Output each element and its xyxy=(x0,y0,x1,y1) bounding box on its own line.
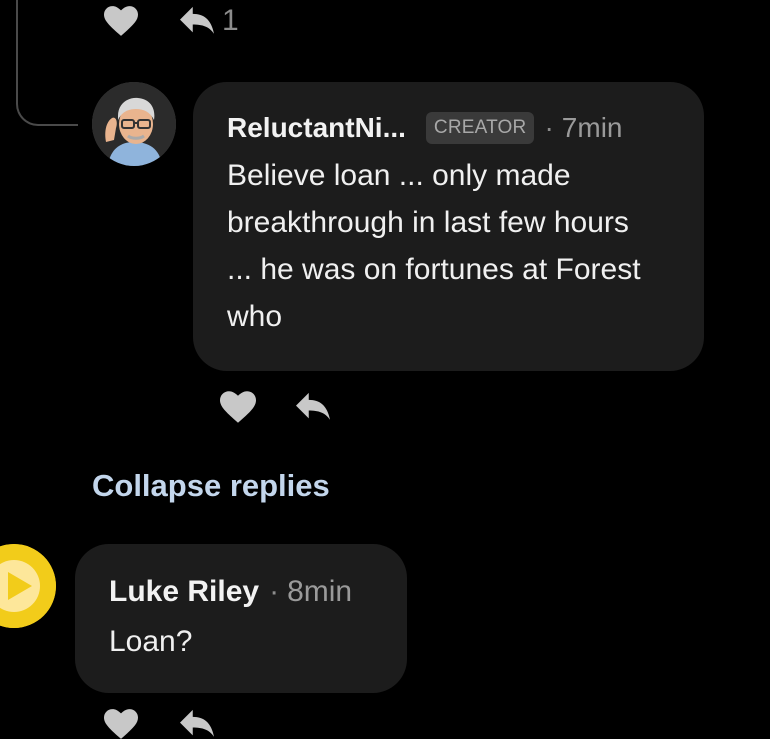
creator-comment-actions xyxy=(220,391,330,423)
comment-meta: Luke Riley · 8min xyxy=(109,570,373,614)
meta-separator: · xyxy=(269,575,280,608)
parent-comment-actions: 1 xyxy=(104,6,239,36)
heart-icon[interactable] xyxy=(104,6,138,36)
reply-arrow-icon[interactable] xyxy=(296,392,330,422)
comment-timestamp: 8min xyxy=(287,575,353,608)
luke-comment-bubble: Luke Riley · 8min Loan? xyxy=(75,544,407,693)
reply-count: 1 xyxy=(222,4,239,37)
comment-body: Believe loan ... only made breakthrough … xyxy=(227,159,641,333)
comment-meta: ReluctantNi... CREATOR · 7min xyxy=(227,106,670,150)
comment-author[interactable]: Luke Riley xyxy=(109,575,259,609)
meta-separator: · xyxy=(544,112,554,143)
avatar-luke-riley[interactable] xyxy=(0,544,56,628)
comment-body: Loan? xyxy=(109,625,193,658)
collapse-replies-link[interactable]: Collapse replies xyxy=(92,468,330,504)
thread-connector-line xyxy=(16,0,78,126)
heart-icon[interactable] xyxy=(220,391,256,423)
creator-comment-bubble: ReluctantNi... CREATOR · 7min Believe lo… xyxy=(193,82,704,371)
reply-arrow-icon[interactable] xyxy=(180,6,214,36)
comment-timestamp: 7min xyxy=(561,112,623,143)
avatar-reluctantni[interactable] xyxy=(92,82,176,166)
memoji-avatar-icon xyxy=(92,82,176,166)
comment-author[interactable]: ReluctantNi... xyxy=(227,112,406,144)
creator-badge: CREATOR xyxy=(425,112,535,144)
play-circle-icon xyxy=(0,544,56,628)
